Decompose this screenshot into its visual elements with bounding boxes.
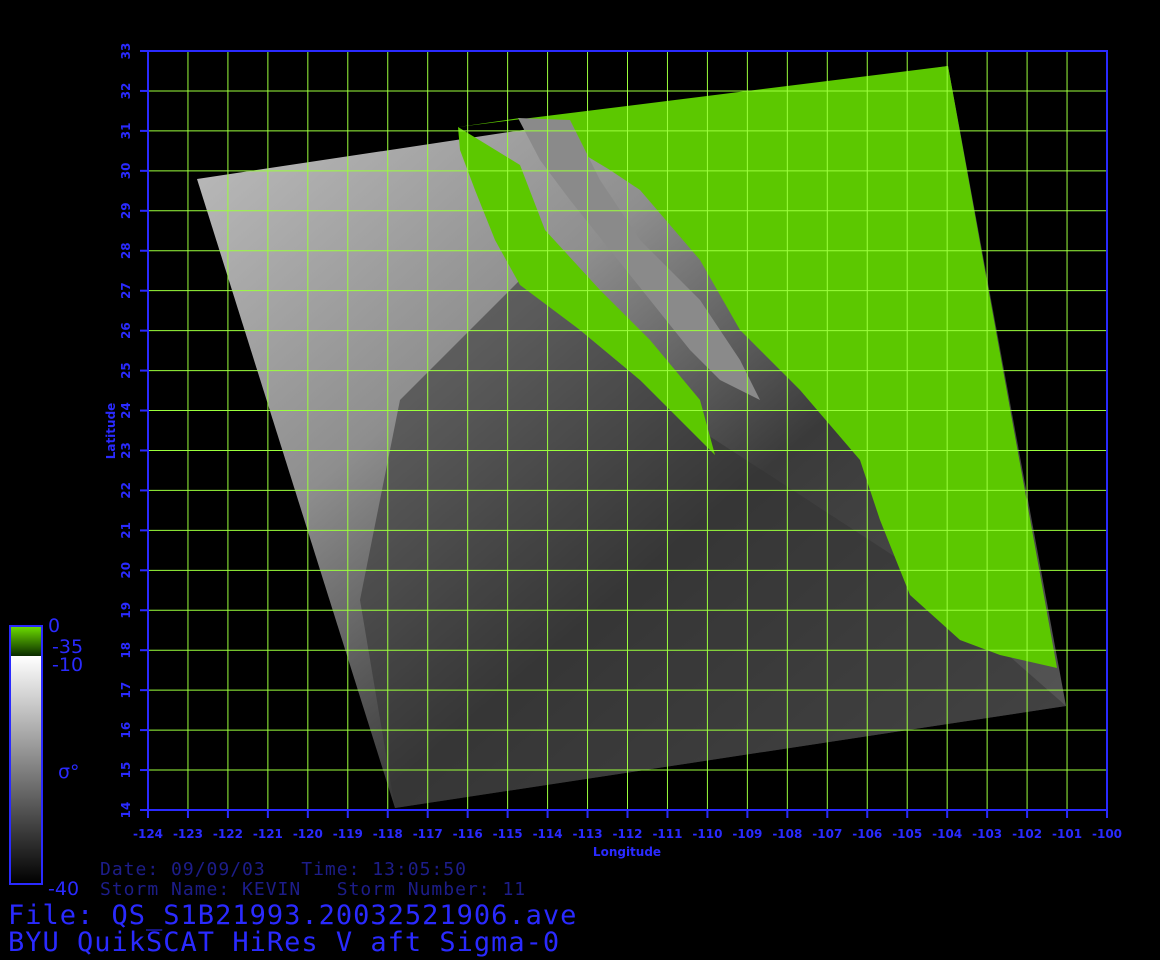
storm-line: Storm Name: KEVIN Storm Number: 11	[100, 879, 527, 900]
lon-tick-label: -115	[493, 827, 523, 841]
lon-tick-label: -121	[253, 827, 283, 841]
lat-tick-label: 29	[119, 202, 133, 219]
lat-tick-label: 24	[119, 402, 133, 419]
lat-tick-label: 31	[119, 123, 133, 140]
lon-tick-label: -105	[892, 827, 922, 841]
map-figure: -124 -123 -122 -121 -120 -119 -118 -117 -116 -115…	[9, 43, 1122, 885]
lon-tick-label: -119	[333, 827, 363, 841]
lat-tick-label: 26	[119, 322, 133, 339]
lon-tick-label: -110	[692, 827, 722, 841]
x-axis-title: Longitude	[593, 845, 661, 859]
lon-tick-label: -106	[852, 827, 882, 841]
lat-tick-label: 28	[119, 242, 133, 259]
latitude-tick-labels: 14 15 16 17 18 19 20 21 22 23 24 25 26 27 28 29 30 31 32 33	[119, 43, 133, 819]
longitude-tick-labels: -124 -123 -122 -121 -120 -119 -118 -117 -116 -115…	[133, 827, 1122, 841]
lon-tick-label: -120	[293, 827, 323, 841]
lat-tick-label: 19	[119, 602, 133, 619]
lat-tick-label: 22	[119, 482, 133, 499]
lon-tick-label: -117	[413, 827, 443, 841]
lon-tick-label: -118	[373, 827, 403, 841]
lat-tick-label: 15	[119, 762, 133, 779]
lon-tick-label: -113	[573, 827, 603, 841]
lon-tick-label: -114	[533, 827, 563, 841]
lat-tick-label: 25	[119, 362, 133, 379]
lon-tick-label: -124	[133, 827, 163, 841]
product-line: BYU QuikSCAT HiRes V aft Sigma-0	[8, 927, 561, 958]
lon-tick-label: -111	[652, 827, 682, 841]
lon-tick-label: -109	[732, 827, 762, 841]
lon-tick-label: -100	[1092, 827, 1122, 841]
colorbar-sigma0-segment	[10, 656, 42, 884]
lon-tick-label: -123	[173, 827, 203, 841]
lat-tick-label: 16	[119, 722, 133, 739]
colorbar-bottom-label: -40	[48, 878, 80, 900]
lon-tick-label: -122	[213, 827, 243, 841]
file-line: File: QS_S1B21993.20032521906.ave	[8, 900, 578, 931]
colorbar-units-label: σ°	[58, 761, 80, 783]
lon-tick-label: -102	[1012, 827, 1042, 841]
lat-tick-label: 21	[119, 522, 133, 539]
colorbar-land-max-label: 0	[48, 615, 61, 637]
lon-tick-label: -112	[612, 827, 642, 841]
lat-tick-label: 30	[119, 162, 133, 179]
y-axis-title: Latitude	[104, 403, 118, 460]
lon-tick-label: -107	[812, 827, 842, 841]
lat-tick-label: 14	[119, 802, 133, 819]
lat-tick-label: 20	[119, 562, 133, 579]
lat-tick-label: 33	[119, 43, 133, 60]
lon-tick-label: -108	[772, 827, 802, 841]
lon-tick-label: -116	[453, 827, 483, 841]
lat-tick-label: 32	[119, 83, 133, 100]
lon-tick-label: -103	[972, 827, 1002, 841]
lat-tick-label: 27	[119, 282, 133, 299]
colorbar	[9, 625, 43, 885]
lat-tick-label: 18	[119, 642, 133, 659]
date-time-line: Date: 09/09/03 Time: 13:05:50	[100, 859, 467, 880]
colorbar-top-label: -10	[52, 654, 84, 676]
colorbar-land-segment	[10, 626, 42, 656]
lon-tick-label: -104	[932, 827, 962, 841]
lat-tick-label: 17	[119, 682, 133, 699]
lon-tick-label: -101	[1052, 827, 1082, 841]
lat-tick-label: 23	[119, 442, 133, 459]
